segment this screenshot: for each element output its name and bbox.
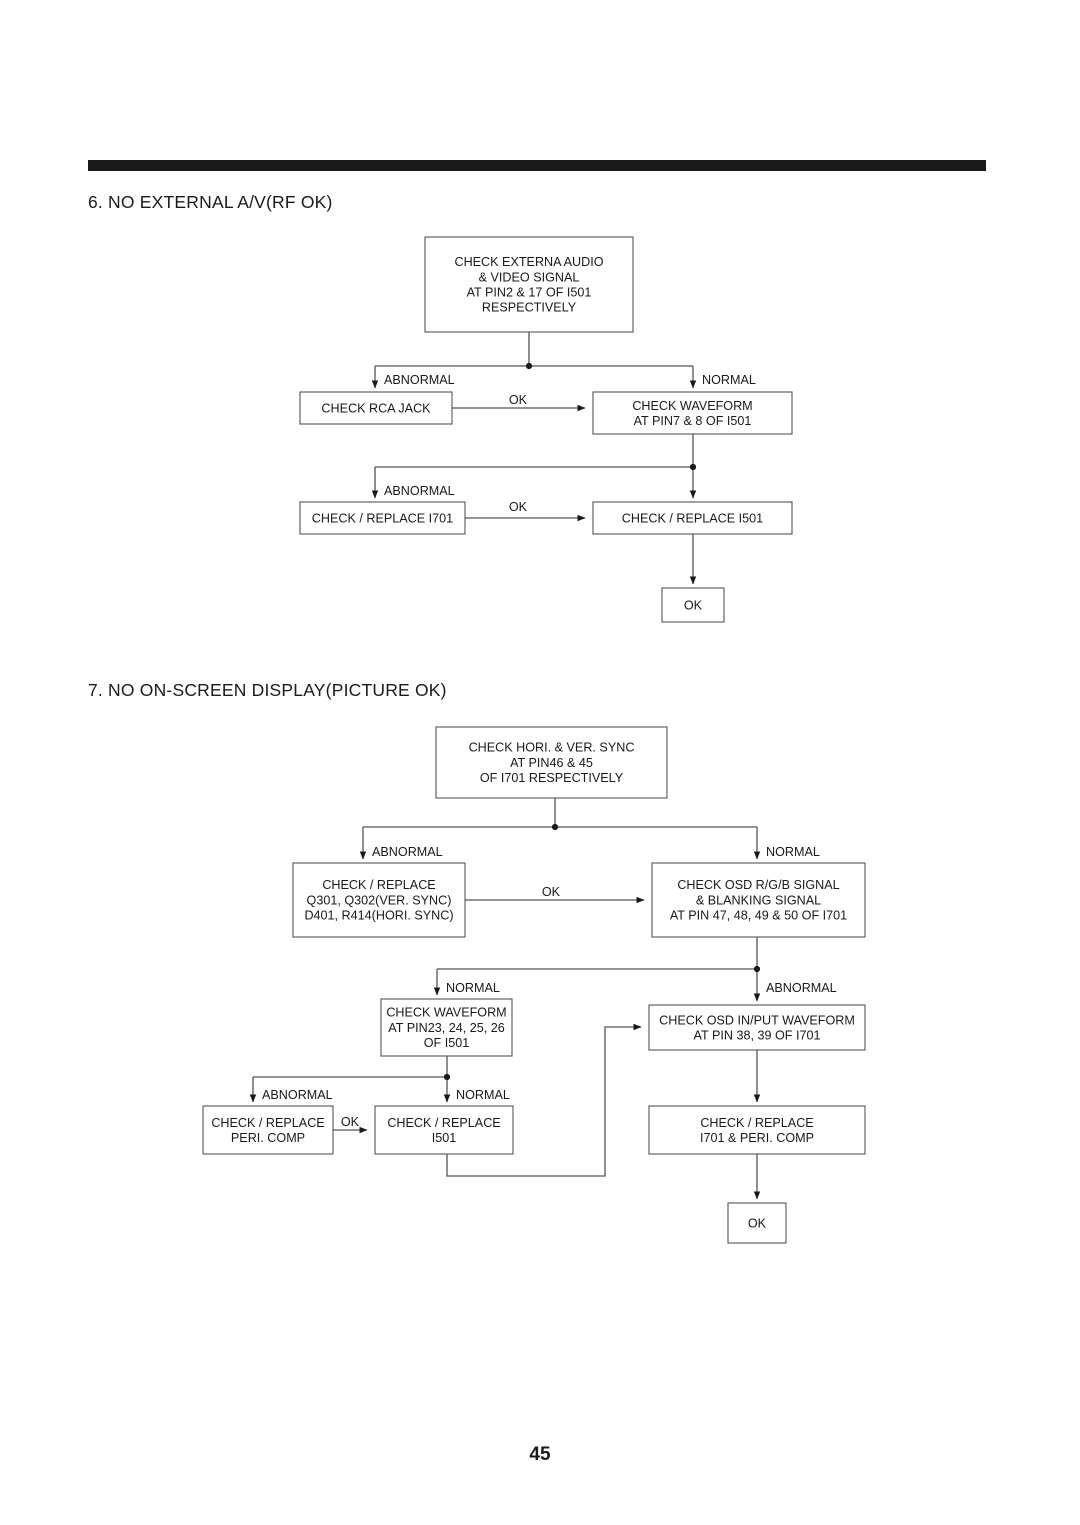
check-hori-ver-sync-box: CHECK HORI. & VER. SYNCAT PIN46 & 45OF I… xyxy=(435,726,668,799)
branch-junction-waveform xyxy=(689,463,697,471)
check-hori-ver-sync-box-line-1: AT PIN46 & 45 xyxy=(510,756,593,770)
check-replace-sync-components-box: CHECK / REPLACEQ301, Q302(VER. SYNC) D401… xyxy=(292,862,466,938)
ok-terminal-box: OK xyxy=(727,1202,787,1244)
check-external-audio-video-box-line-1: & VIDEO SIGNAL xyxy=(479,270,580,284)
label-abnormal-rca: ABNORMAL xyxy=(384,373,455,387)
check-replace-peri-comp-box: CHECK / REPLACEPERI. COMP xyxy=(202,1105,334,1155)
label-ok-peri: OK xyxy=(341,1115,360,1129)
check-replace-sync-components-box-line-1: Q301, Q302(VER. SYNC) xyxy=(307,893,452,907)
check-replace-i701-box-line-0: CHECK / REPLACE I701 xyxy=(312,511,453,525)
check-replace-i701-peri-comp-box-frame xyxy=(648,1105,866,1155)
check-osd-input-waveform-box: CHECK OSD IN/PUT WAVEFORM AT PIN 38, 39 O… xyxy=(648,1004,866,1051)
check-replace-i701-peri-comp-box-line-0: CHECK / REPLACE xyxy=(700,1116,813,1130)
check-replace-i701-peri-comp-box-line-1: I701 & PERI. COMP xyxy=(700,1131,814,1145)
check-replace-i501-box: CHECK / REPLACEI501 xyxy=(374,1105,514,1155)
check-replace-i501-box: CHECK / REPLACE I501 xyxy=(592,501,793,535)
branch-junction-start xyxy=(551,823,559,831)
check-rca-jack-box-line-0: CHECK RCA JACK xyxy=(321,401,431,415)
check-replace-i701-peri-comp-box: CHECK / REPLACEI701 & PERI. COMP xyxy=(648,1105,866,1155)
label-normal-waveform: NORMAL xyxy=(446,981,500,995)
check-external-audio-video-box: CHECK EXTERNA AUDIO& VIDEO SIGNAL AT PIN2… xyxy=(424,236,634,333)
check-osd-rgb-signal-box: CHECK OSD R/G/B SIGNAL& BLANKING SIGNAL A… xyxy=(651,862,866,938)
label-normal-waveform: NORMAL xyxy=(702,373,756,387)
check-replace-i501-box-line-0: CHECK / REPLACE xyxy=(387,1116,500,1130)
label-abnormal-peri: ABNORMAL xyxy=(262,1088,333,1102)
check-hori-ver-sync-box-line-2: OF I701 RESPECTIVELY xyxy=(480,771,624,785)
label-abnormal-osd-input: ABNORMAL xyxy=(766,981,837,995)
label-ok-rca: OK xyxy=(509,393,528,407)
check-replace-sync-components-box-line-0: CHECK / REPLACE xyxy=(322,878,435,892)
check-waveform-pin7-8-box-line-0: CHECK WAVEFORM xyxy=(632,399,752,413)
check-replace-peri-comp-box-frame xyxy=(202,1105,334,1155)
check-external-audio-video-box-line-3: RESPECTIVELY xyxy=(482,301,577,315)
check-external-audio-video-box-line-2: AT PIN2 & 17 OF I501 xyxy=(467,286,592,300)
check-osd-input-waveform-box-frame xyxy=(648,1004,866,1051)
check-replace-i501-box-line-1: I501 xyxy=(432,1131,457,1145)
section-7-group: CHECK HORI. & VER. SYNCAT PIN46 & 45OF I… xyxy=(202,726,866,1244)
branch-junction-start xyxy=(525,362,533,370)
check-waveform-pin23-26-box: CHECK WAVEFORMAT PIN23, 24, 25, 26OF I50… xyxy=(380,998,513,1057)
check-replace-sync-components-box-line-2: D401, R414(HORI. SYNC) xyxy=(304,909,453,923)
check-osd-input-waveform-box-line-1: AT PIN 38, 39 OF I701 xyxy=(694,1029,821,1043)
manual-page: 6. NO EXTERNAL A/V(RF OK) 7. NO ON-SCREE… xyxy=(0,0,1080,1525)
check-replace-i501-box-frame xyxy=(374,1105,514,1155)
label-normal-osd-rgb: NORMAL xyxy=(766,845,820,859)
check-waveform-pin23-26-box-line-0: CHECK WAVEFORM xyxy=(386,1006,506,1020)
check-replace-i501-box-line-0: CHECK / REPLACE I501 xyxy=(622,511,763,525)
flowchart-canvas: CHECK EXTERNA AUDIO& VIDEO SIGNAL AT PIN2… xyxy=(202,236,866,1244)
check-replace-peri-comp-box-line-1: PERI. COMP xyxy=(231,1131,305,1145)
check-rca-jack-box: CHECK RCA JACK xyxy=(299,391,453,425)
label-abnormal-replace-q: ABNORMAL xyxy=(372,845,443,859)
ok-terminal-box-line-0: OK xyxy=(748,1216,767,1230)
check-waveform-pin7-8-box: CHECK WAVEFORMAT PIN7 & 8 OF I501 xyxy=(592,391,793,435)
check-external-audio-video-box-frame xyxy=(424,236,634,333)
check-external-audio-video-box-line-0: CHECK EXTERNA AUDIO xyxy=(454,255,603,269)
branch-junction-osd-rgb xyxy=(753,965,761,973)
check-osd-rgb-signal-box-line-0: CHECK OSD R/G/B SIGNAL xyxy=(677,878,839,892)
check-osd-rgb-signal-box-line-1: & BLANKING SIGNAL xyxy=(696,893,821,907)
check-replace-peri-comp-box-line-0: CHECK / REPLACE xyxy=(211,1116,324,1130)
label-ok-i701: OK xyxy=(509,500,528,514)
check-osd-rgb-signal-box-line-2: AT PIN 47, 48, 49 & 50 OF I701 xyxy=(670,909,847,923)
ok-terminal-box-line-0: OK xyxy=(684,598,703,612)
label-normal-i501: NORMAL xyxy=(456,1088,510,1102)
check-waveform-pin23-26-box-line-2: OF I501 xyxy=(424,1036,470,1050)
check-replace-i701-box: CHECK / REPLACE I701 xyxy=(299,501,466,535)
label-ok-replace-q: OK xyxy=(542,885,561,899)
check-hori-ver-sync-box-line-0: CHECK HORI. & VER. SYNC xyxy=(469,741,635,755)
label-abnormal-i701: ABNORMAL xyxy=(384,484,455,498)
ok-terminal-box: OK xyxy=(661,587,725,623)
check-osd-input-waveform-box-line-0: CHECK OSD IN/PUT WAVEFORM xyxy=(659,1013,855,1027)
check-waveform-pin7-8-box-line-1: AT PIN7 & 8 OF I501 xyxy=(634,414,752,428)
check-waveform-pin23-26-box-line-1: AT PIN23, 24, 25, 26 xyxy=(388,1021,504,1035)
branch-junction-waveform xyxy=(443,1073,451,1081)
page-number: 45 xyxy=(529,1444,551,1465)
section-6-group: CHECK EXTERNA AUDIO& VIDEO SIGNAL AT PIN2… xyxy=(299,236,793,623)
